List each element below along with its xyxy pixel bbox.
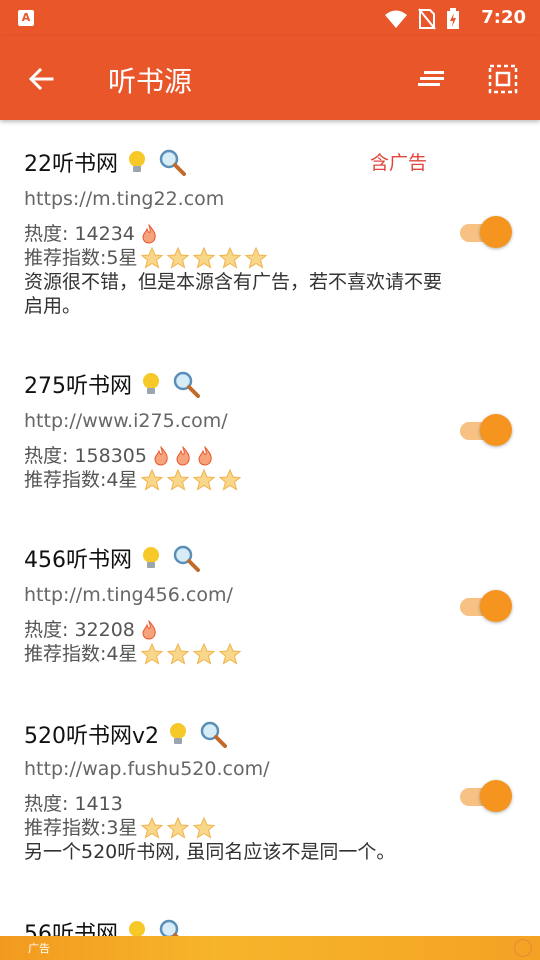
bulb-icon[interactable] — [140, 545, 162, 571]
star-icon — [166, 816, 189, 839]
star-icon — [140, 642, 163, 665]
star-icon — [192, 468, 215, 491]
app-notification-icon: A — [18, 10, 34, 26]
fire-icon — [154, 446, 168, 466]
star-icon — [140, 246, 163, 269]
heat-text: 热度: 158305 — [24, 445, 147, 467]
star-icon — [166, 468, 189, 491]
enable-toggle[interactable] — [460, 780, 512, 812]
star-icon — [192, 816, 215, 839]
enable-toggle[interactable] — [460, 414, 512, 446]
source-meta: 热度: 32208 推荐指数:4星 — [24, 618, 242, 666]
sort-icon[interactable] — [416, 64, 448, 94]
fire-icon — [176, 446, 190, 466]
ad-banner[interactable]: 广告 — [0, 936, 540, 960]
source-meta: 热度: 1413 推荐指数:3星 — [24, 792, 216, 840]
ad-tag: 含广告 — [370, 152, 428, 174]
source-description: 另一个520听书网, 虽同名应该不是同一个。 — [24, 841, 396, 863]
magnifier-icon[interactable] — [158, 148, 186, 176]
star-icon — [244, 246, 267, 269]
page-title: 听书源 — [108, 65, 193, 98]
source-description: 资源很不错，但是本源含有广告，若不喜欢请不要启用。 — [24, 271, 443, 317]
rating-line: 推荐指数:4星 — [24, 468, 242, 492]
source-name: 520听书网v2 — [24, 724, 160, 749]
enable-toggle[interactable] — [460, 590, 512, 622]
ad-close-icon[interactable] — [514, 939, 532, 957]
rating-line: 推荐指数:3星 — [24, 816, 216, 840]
select-all-icon[interactable] — [488, 64, 518, 94]
battery-charging-icon — [447, 8, 459, 29]
source-url: http://www.i275.com/ — [24, 410, 228, 432]
bulb-icon[interactable] — [126, 149, 148, 175]
star-icon — [192, 246, 215, 269]
heat-line: 热度: 158305 — [24, 444, 242, 468]
heat-text: 热度: 32208 — [24, 619, 135, 641]
star-icon — [140, 816, 163, 839]
star-icon — [218, 246, 241, 269]
app-bar: 听书源 — [0, 36, 540, 120]
magnifier-icon[interactable] — [172, 370, 200, 398]
rating-line: 推荐指数:4星 — [24, 642, 242, 666]
fire-icon — [198, 446, 212, 466]
item-title-row: 275听书网 — [24, 368, 200, 400]
source-url: http://m.ting456.com/ — [24, 584, 233, 606]
fire-icon — [142, 620, 156, 640]
star-icon — [218, 468, 241, 491]
source-name: 456听书网 — [24, 548, 132, 573]
item-title-row: 456听书网 — [24, 542, 200, 574]
bulb-icon[interactable] — [167, 721, 189, 747]
rating-line: 推荐指数:5星 — [24, 246, 268, 270]
heat-line: 热度: 14234 — [24, 222, 268, 246]
rating-text: 推荐指数:5星 — [24, 247, 138, 269]
no-sim-icon — [418, 8, 436, 30]
magnifier-icon[interactable] — [199, 720, 228, 748]
rating-text: 推荐指数:4星 — [24, 469, 138, 491]
bulb-icon[interactable] — [140, 371, 162, 397]
enable-toggle[interactable] — [460, 216, 512, 248]
star-icon — [166, 246, 189, 269]
ad-label: 广告 — [28, 942, 50, 955]
source-meta: 热度: 158305 推荐指数:4星 — [24, 444, 242, 492]
source-url: http://wap.fushu520.com/ — [24, 758, 270, 780]
star-icon — [140, 468, 163, 491]
source-name: 22听书网 — [24, 152, 118, 177]
star-icon — [166, 642, 189, 665]
status-icons — [384, 8, 460, 30]
magnifier-icon[interactable] — [172, 544, 200, 572]
back-arrow-icon[interactable] — [26, 64, 56, 94]
source-meta: 热度: 14234 推荐指数:5星 — [24, 222, 268, 270]
fire-icon — [142, 224, 156, 244]
wifi-icon — [385, 10, 407, 28]
status-bar: A 7:20 — [0, 0, 540, 36]
item-title-row: 520听书网v2 — [24, 718, 228, 750]
heat-line: 热度: 1413 — [24, 792, 216, 816]
heat-line: 热度: 32208 — [24, 618, 242, 642]
item-title-row: 22听书网 — [24, 146, 186, 178]
star-icon — [192, 642, 215, 665]
star-icon — [218, 642, 241, 665]
rating-text: 推荐指数:3星 — [24, 817, 138, 839]
heat-text: 热度: 14234 — [24, 223, 135, 245]
clock: 7:20 — [481, 7, 526, 28]
heat-text: 热度: 1413 — [24, 793, 123, 815]
source-name: 275听书网 — [24, 374, 132, 399]
rating-text: 推荐指数:4星 — [24, 643, 138, 665]
source-url: https://m.ting22.com — [24, 188, 225, 210]
